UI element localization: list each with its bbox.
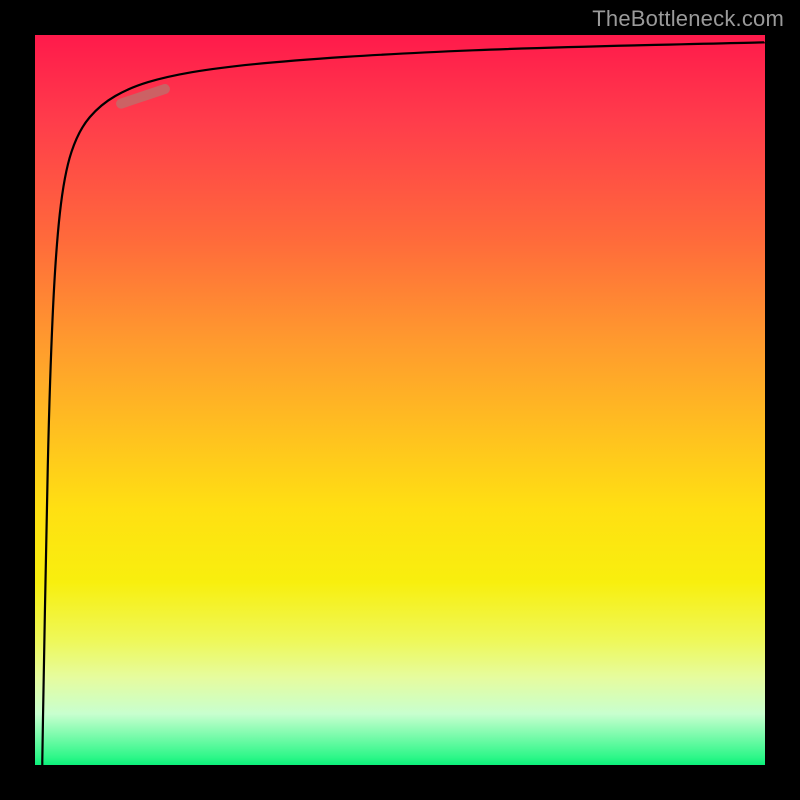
curve-layer [35, 35, 765, 765]
chart-stage: TheBottleneck.com [0, 0, 800, 800]
attribution-text: TheBottleneck.com [592, 6, 784, 32]
curve-marker [121, 89, 165, 104]
bottleneck-curve [42, 42, 765, 765]
